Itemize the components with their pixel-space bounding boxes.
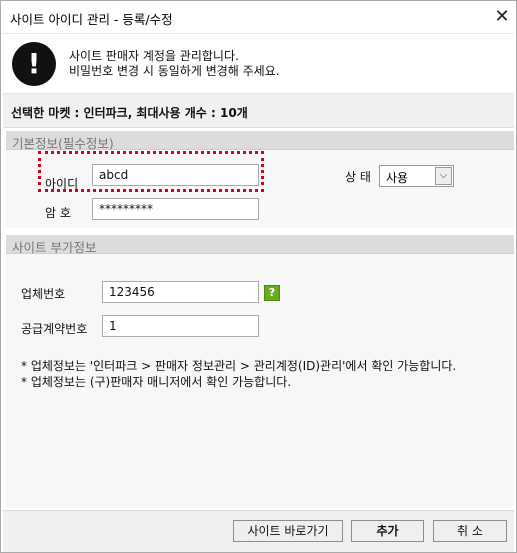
contract-number-input[interactable]: 1 xyxy=(102,315,259,337)
company-number-label: 업체번호 xyxy=(21,287,66,301)
id-input[interactable]: abcd xyxy=(92,164,259,186)
note-line-1: * 업체정보는 '인터파크 > 판매자 정보관리 > 관리계정(ID)관리'에서… xyxy=(21,359,457,373)
notice-line-2: 비밀번호 변경 시 동일하게 변경해 주세요. xyxy=(69,64,280,78)
password-label: 암 호 xyxy=(45,206,71,220)
notice-line-1: 사이트 판매자 계정을 관리합니다. xyxy=(69,49,239,63)
notice-panel: ! 사이트 판매자 계정을 관리합니다. 비밀번호 변경 시 동일하게 변경해 … xyxy=(3,33,514,94)
market-info-text: 선택한 마켓 : 인터파크, 최대사용 개수 : 10개 xyxy=(11,106,248,120)
dialog-window: 사이트 아이디 관리 - 등록/수정 ✕ ! 사이트 판매자 계정을 관리합니다… xyxy=(0,0,517,553)
market-info-bar: 선택한 마켓 : 인터파크, 최대사용 개수 : 10개 xyxy=(3,94,514,128)
title-bar: 사이트 아이디 관리 - 등록/수정 ✕ xyxy=(1,1,516,33)
window-title: 사이트 아이디 관리 - 등록/수정 xyxy=(10,12,173,27)
close-icon[interactable]: ✕ xyxy=(488,3,516,31)
notice-text: 사이트 판매자 계정을 관리합니다. 비밀번호 변경 시 동일하게 변경해 주세… xyxy=(69,49,280,79)
contract-number-label: 공급계약번호 xyxy=(21,322,88,336)
add-button[interactable]: 추가 xyxy=(351,520,424,542)
status-label: 상 태 xyxy=(345,170,371,184)
id-label: 아이디 xyxy=(45,177,79,191)
status-select[interactable]: 사용 ⌵ xyxy=(379,165,454,187)
exclamation-icon: ! xyxy=(12,42,56,86)
note-line-2: * 업체정보는 (구)판매자 매니저에서 확인 가능합니다. xyxy=(21,375,292,389)
password-input[interactable]: ********* xyxy=(92,198,259,220)
status-select-value: 사용 xyxy=(386,171,409,185)
company-number-input[interactable]: 123456 xyxy=(102,281,259,303)
chevron-down-icon[interactable]: ⌵ xyxy=(435,167,452,185)
extra-info-header: 사이트 부가정보 xyxy=(6,235,514,255)
basic-info-header: 기본정보(필수정보) xyxy=(6,131,514,151)
cancel-button[interactable]: 취 소 xyxy=(433,520,507,542)
help-icon[interactable]: ? xyxy=(264,285,280,301)
button-bar: 사이트 바로가기 추가 취 소 xyxy=(3,510,514,552)
goto-site-button[interactable]: 사이트 바로가기 xyxy=(233,520,343,542)
